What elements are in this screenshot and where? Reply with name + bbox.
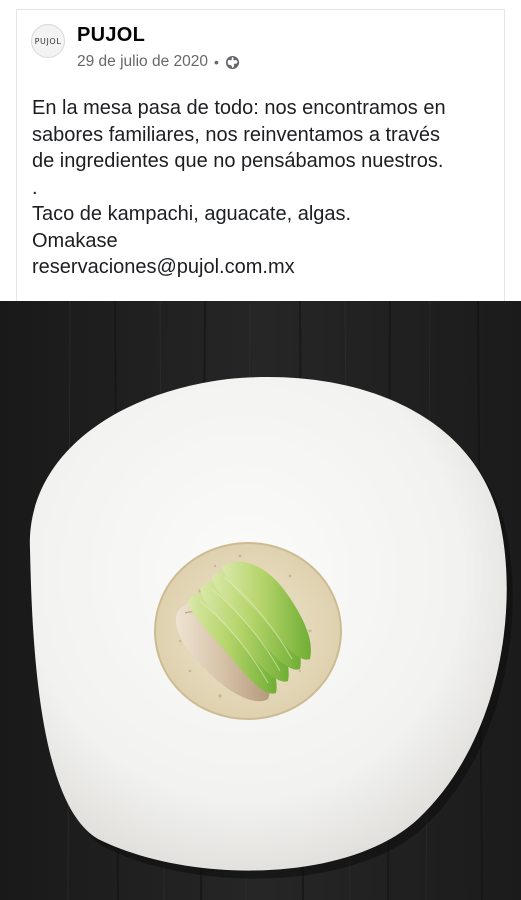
post-card: PUJOL PUJOL 29 de julio de 2020 • En la … <box>16 9 505 301</box>
meta-separator: • <box>214 54 219 70</box>
post-header: PUJOL PUJOL 29 de julio de 2020 • <box>31 24 240 71</box>
post-message-line: En la mesa pasa de todo: nos encontramos… <box>32 97 446 119</box>
post-subline: 29 de julio de 2020 • <box>77 53 240 71</box>
page-avatar[interactable]: PUJOL <box>31 24 65 58</box>
post-message-line: sabores familiares, nos reinventamos a t… <box>32 123 440 146</box>
post-date[interactable]: 29 de julio de 2020 <box>77 53 208 71</box>
globe-icon[interactable] <box>225 55 240 70</box>
post-photo[interactable] <box>0 301 521 900</box>
page-name-link[interactable]: PUJOL <box>77 23 240 47</box>
post-message-line: Omakase <box>32 229 118 252</box>
taco-plate-image <box>0 301 521 900</box>
post-message-line: . <box>32 176 38 199</box>
post-message-line: de ingredientes que no pensábamos nuestr… <box>32 150 444 172</box>
post-meta: PUJOL 29 de julio de 2020 • <box>77 23 240 71</box>
post-message: En la mesa pasa de todo: nos encontramos… <box>32 95 500 281</box>
facebook-post: PUJOL PUJOL 29 de julio de 2020 • En la … <box>0 0 521 900</box>
post-message-line: Taco de kampachi, aguacate, algas. <box>32 203 352 225</box>
reservation-email-link[interactable]: reservaciones@pujol.com.mx <box>32 254 500 281</box>
